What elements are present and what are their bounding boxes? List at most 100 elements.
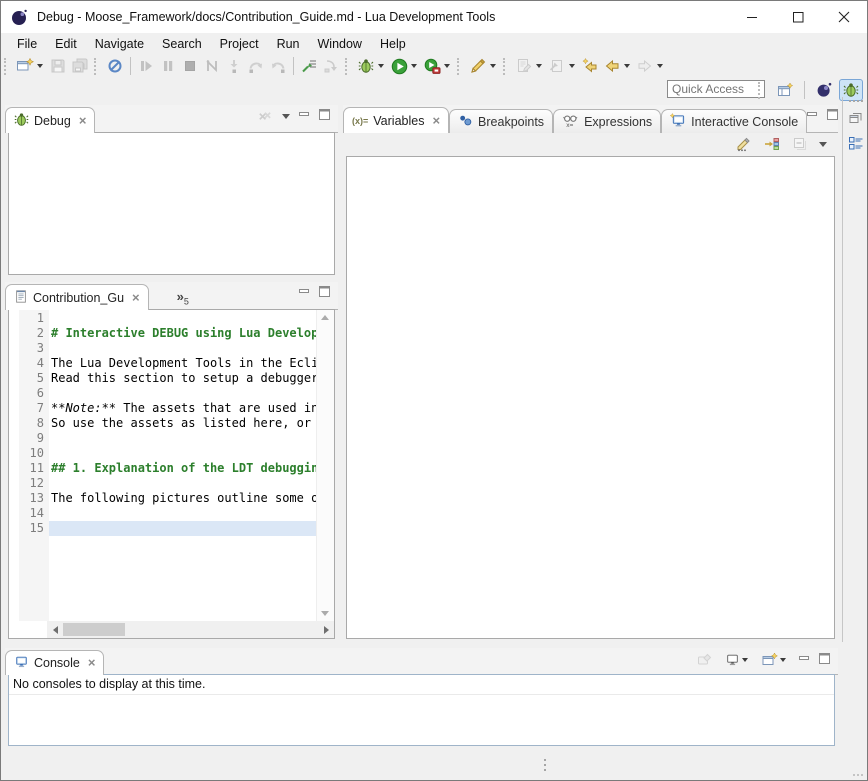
lua-perspective-button[interactable] xyxy=(812,79,836,101)
step-filters-button[interactable] xyxy=(298,55,320,77)
restore-view-button[interactable] xyxy=(846,108,866,128)
skip-breakpoints-button[interactable] xyxy=(104,55,126,77)
new-wizard-button[interactable] xyxy=(14,55,36,77)
last-edit-location-button[interactable] xyxy=(579,55,601,77)
open-console-dropdown[interactable] xyxy=(780,658,786,662)
scroll-left-icon[interactable] xyxy=(47,621,63,638)
toolbar-grip[interactable] xyxy=(457,58,463,75)
close-icon[interactable]: × xyxy=(79,116,87,126)
tab-variables[interactable]: (x)=Variables× xyxy=(343,107,449,133)
editor-line-2[interactable]: # Interactive DEBUG using Lua Develop xyxy=(49,326,316,341)
editor-line-10[interactable] xyxy=(49,446,316,461)
back-button[interactable] xyxy=(601,55,623,77)
view-menu-icon[interactable] xyxy=(819,142,827,147)
new-wizard-dropdown[interactable] xyxy=(37,64,43,68)
maximize-button[interactable] xyxy=(827,107,838,125)
console-content[interactable]: No consoles to display at this time. xyxy=(8,674,835,746)
display-console-dropdown[interactable] xyxy=(742,658,748,662)
editor-line-11[interactable]: ## 1. Explanation of the LDT debuggin xyxy=(49,461,316,476)
editor-line-15[interactable] xyxy=(49,521,316,536)
editor-line-6[interactable] xyxy=(49,386,316,401)
open-perspective-button[interactable] xyxy=(773,79,797,101)
maximize-button[interactable] xyxy=(819,651,830,669)
scroll-up-icon[interactable] xyxy=(321,315,329,320)
line-number-ruler[interactable]: 123456789101112131415 xyxy=(19,310,49,621)
show-logical-structure-button[interactable] xyxy=(735,135,753,153)
forward-dropdown[interactable] xyxy=(657,64,663,68)
drop-to-frame-button xyxy=(320,55,342,77)
tab-contribution-guide[interactable]: Contribution_Gu × xyxy=(5,284,149,310)
debug-button[interactable] xyxy=(355,55,377,77)
editor-line-4[interactable]: The Lua Development Tools in the Ecli xyxy=(49,356,316,371)
code-editor[interactable]: # Interactive DEBUG using Lua Develop The… xyxy=(49,310,316,621)
scroll-down-icon[interactable] xyxy=(321,611,329,616)
variables-content[interactable] xyxy=(346,156,835,639)
scrollbar-thumb[interactable] xyxy=(63,623,125,636)
editor-line-14[interactable] xyxy=(49,506,316,521)
editor-line-7[interactable]: **Note:** The assets that are used in xyxy=(49,401,316,416)
menu-project[interactable]: Project xyxy=(211,35,268,53)
run-button[interactable] xyxy=(388,55,410,77)
status-bar-grip[interactable] xyxy=(544,759,546,771)
perspective-grip[interactable] xyxy=(758,82,764,99)
outline-view-button[interactable] xyxy=(846,133,866,153)
tab-interactive-console[interactable]: Interactive Console xyxy=(661,109,807,133)
debug-dropdown[interactable] xyxy=(378,64,384,68)
open-console-button[interactable] xyxy=(761,651,779,669)
doc-nav-dropdown[interactable] xyxy=(569,64,575,68)
toolbar-grip[interactable] xyxy=(345,58,351,75)
annotation-ruler[interactable] xyxy=(9,310,19,621)
close-icon[interactable]: × xyxy=(132,293,140,303)
editor-line-5[interactable]: Read this section to setup a debugger xyxy=(49,371,316,386)
tab-debug[interactable]: Debug × xyxy=(5,107,95,133)
editor-line-8[interactable]: So use the assets as listed here, or xyxy=(49,416,316,431)
editor-overflow-chevron[interactable]: »5 xyxy=(177,289,189,307)
editor-line-1[interactable] xyxy=(49,311,316,326)
debug-view-content[interactable] xyxy=(8,132,335,275)
external-tools-dropdown[interactable] xyxy=(444,64,450,68)
menu-window[interactable]: Window xyxy=(309,35,371,53)
window-maximize-button[interactable] xyxy=(775,1,821,33)
editor-line-9[interactable] xyxy=(49,431,316,446)
editor-line-13[interactable]: The following pictures outline some o xyxy=(49,491,316,506)
minimize-button[interactable] xyxy=(299,284,310,302)
horizontal-scrollbar[interactable] xyxy=(9,621,334,638)
menu-run[interactable]: Run xyxy=(268,35,309,53)
minimize-button[interactable] xyxy=(799,651,810,669)
vertical-scrollbar[interactable] xyxy=(316,310,334,621)
minimize-button[interactable] xyxy=(807,107,818,125)
menu-help[interactable]: Help xyxy=(371,35,415,53)
editor-line-12[interactable] xyxy=(49,476,316,491)
resize-grip[interactable] xyxy=(853,774,863,776)
close-icon[interactable]: × xyxy=(88,658,96,668)
toolbar-grip[interactable] xyxy=(4,58,10,75)
scroll-right-icon[interactable] xyxy=(318,621,334,638)
minibar-grip[interactable] xyxy=(849,100,863,102)
toolbar-grip[interactable] xyxy=(94,58,100,75)
maximize-button[interactable] xyxy=(319,284,330,302)
window-minimize-button[interactable] xyxy=(729,1,775,33)
editor-line-3[interactable] xyxy=(49,341,316,356)
view-menu-icon[interactable] xyxy=(282,114,290,119)
close-icon[interactable]: × xyxy=(432,116,440,126)
run-dropdown[interactable] xyxy=(411,64,417,68)
expand-variable-button[interactable] xyxy=(763,135,781,153)
external-tools-button[interactable] xyxy=(421,55,443,77)
menu-navigate[interactable]: Navigate xyxy=(86,35,153,53)
tab-console[interactable]: Console × xyxy=(5,650,104,675)
tab-breakpoints[interactable]: Breakpoints xyxy=(449,109,553,133)
marker-pen-button[interactable] xyxy=(467,55,489,77)
back-dropdown[interactable] xyxy=(624,64,630,68)
maximize-button[interactable] xyxy=(319,107,330,125)
quick-access-input[interactable] xyxy=(667,80,765,98)
minimize-button[interactable] xyxy=(299,107,310,125)
tab-expressions[interactable]: x=Expressions xyxy=(553,109,661,133)
menu-search[interactable]: Search xyxy=(153,35,211,53)
toolbar-grip[interactable] xyxy=(503,58,509,75)
marker-pen-dropdown[interactable] xyxy=(490,64,496,68)
menu-edit[interactable]: Edit xyxy=(46,35,86,53)
display-console-button[interactable] xyxy=(723,651,741,669)
menu-file[interactable]: File xyxy=(8,35,46,53)
window-close-button[interactable] xyxy=(821,1,867,33)
doc-edit-dropdown[interactable] xyxy=(536,64,542,68)
